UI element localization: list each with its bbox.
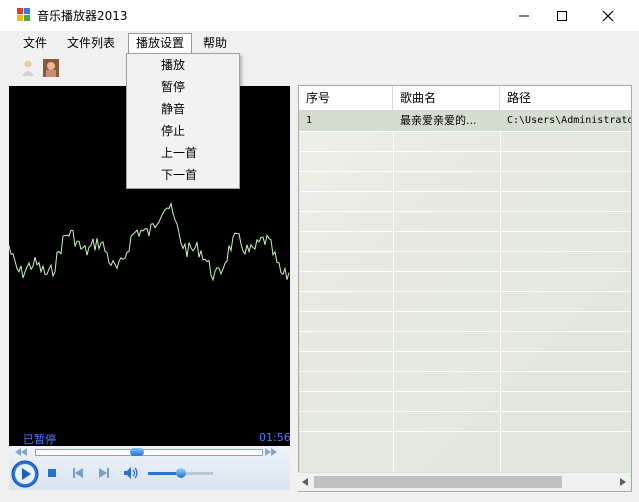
play-icon[interactable] — [11, 460, 39, 488]
grid-line — [299, 431, 631, 432]
volume-slider[interactable] — [148, 468, 213, 478]
scrollbar-thumb[interactable] — [314, 476, 562, 488]
row-index: 1 — [306, 115, 313, 126]
stop-icon[interactable] — [47, 468, 57, 478]
minimize-icon — [519, 15, 529, 16]
close-icon — [602, 10, 614, 21]
grid-line — [393, 111, 394, 473]
column-header-path[interactable]: 路径 — [500, 86, 631, 111]
seek-thumb[interactable] — [130, 448, 144, 456]
next-icon[interactable] — [98, 467, 110, 479]
rewind-icon[interactable] — [15, 448, 27, 456]
menu-item-mute[interactable]: 静音 — [161, 98, 185, 120]
column-header-name[interactable]: 歌曲名 — [393, 86, 500, 111]
maximize-icon — [557, 10, 567, 21]
user-icon[interactable] — [20, 59, 36, 77]
seek-bar[interactable] — [35, 448, 263, 456]
menu-item-stop[interactable]: 停止 — [161, 120, 185, 142]
play-settings-dropdown: 播放 暂停 静音 停止 上一首 下一首 — [126, 53, 240, 189]
row-song-name: 最亲爱亲爱的... — [400, 114, 477, 127]
menu-bar: 文件 文件列表 播放设置 帮助 — [0, 31, 639, 54]
volume-icon[interactable] — [123, 466, 139, 480]
grid-line — [299, 411, 631, 412]
menu-play-settings[interactable]: 播放设置 — [128, 33, 193, 54]
left-border — [0, 82, 8, 502]
grid-line — [299, 391, 631, 392]
grid-line — [299, 291, 631, 292]
waveform-line — [9, 201, 290, 282]
menu-file-list[interactable]: 文件列表 — [60, 34, 122, 52]
menu-item-next[interactable]: 下一首 — [161, 164, 197, 186]
menu-item-previous[interactable]: 上一首 — [161, 142, 197, 164]
fast-forward-icon[interactable] — [265, 448, 277, 456]
grid-line — [299, 331, 631, 332]
app-icon — [17, 8, 30, 21]
table-row[interactable]: 1 最亲爱亲爱的... C:\Users\Administrator — [299, 111, 631, 131]
playback-time: 01:56 — [259, 431, 291, 444]
playback-status: 已暂停 — [23, 433, 56, 446]
grid-line — [299, 231, 631, 232]
menu-help[interactable]: 帮助 — [196, 34, 234, 52]
title-bar: 音乐播放器2013 — [0, 0, 639, 31]
grid-line — [299, 311, 631, 312]
scroll-right-icon[interactable] — [620, 478, 626, 486]
menu-item-pause[interactable]: 暂停 — [161, 76, 185, 98]
grid-line — [500, 111, 501, 473]
grid-line — [299, 191, 631, 192]
column-header-index[interactable]: 序号 — [299, 86, 393, 111]
grid-line — [299, 271, 631, 272]
prev-icon[interactable] — [72, 467, 84, 479]
player-controls — [9, 446, 290, 490]
grid-line — [299, 371, 631, 372]
grid-line — [299, 251, 631, 252]
maximize-button[interactable] — [539, 0, 585, 31]
grid-line — [299, 131, 631, 132]
close-button[interactable] — [585, 0, 631, 31]
menu-file[interactable]: 文件 — [16, 34, 54, 52]
horizontal-scrollbar[interactable] — [298, 472, 630, 491]
image-icon[interactable] — [43, 59, 59, 77]
scroll-left-icon[interactable] — [302, 478, 308, 486]
grid-line — [299, 351, 631, 352]
grid-line — [299, 211, 631, 212]
toolbar — [0, 54, 639, 82]
menu-item-play[interactable]: 播放 — [161, 54, 185, 76]
grid-line — [299, 171, 631, 172]
volume-thumb[interactable] — [176, 468, 186, 478]
grid-line — [299, 151, 631, 152]
row-path: C:\Users\Administrator — [507, 115, 631, 126]
window-title: 音乐播放器2013 — [37, 9, 128, 23]
playlist-view[interactable]: 序号 歌曲名 路径 1 最亲爱亲爱的... C:\Users\Administr… — [298, 85, 632, 492]
